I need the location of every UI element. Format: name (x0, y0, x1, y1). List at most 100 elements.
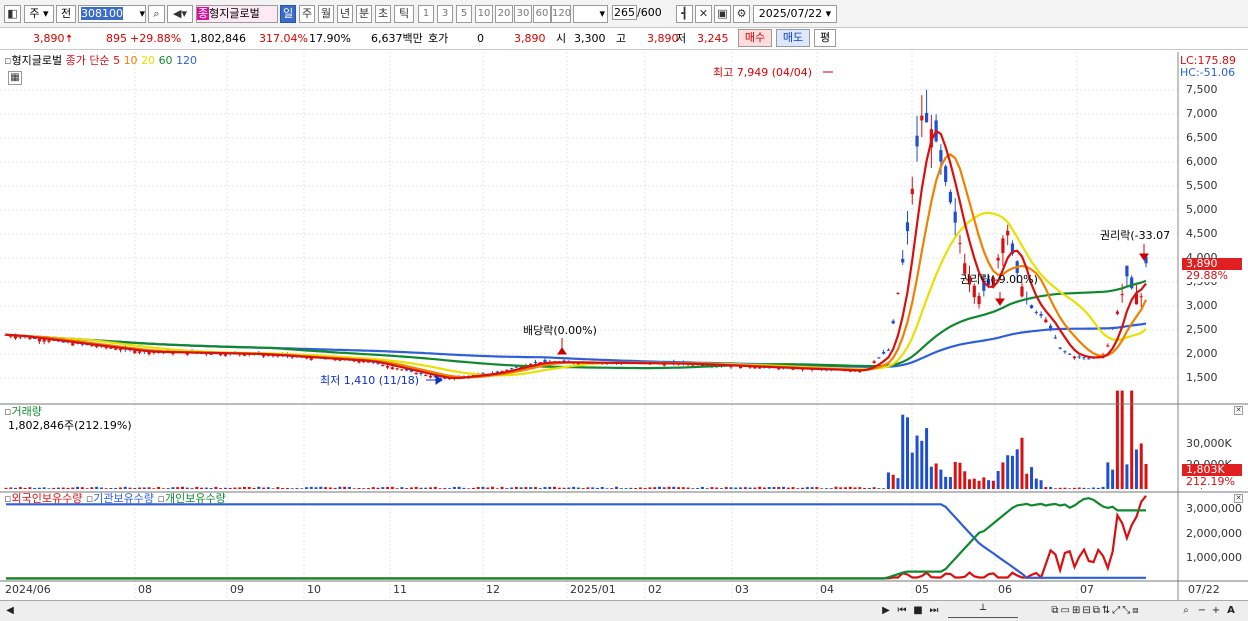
volume-bar (753, 487, 757, 489)
volume-bar (576, 487, 580, 489)
candle-body (37, 338, 41, 342)
holdings-axis-label: 3,000,000 (1186, 502, 1242, 515)
x-axis-label: 2025/01 (570, 583, 616, 596)
candle-body (872, 361, 876, 364)
volume-bar (328, 487, 332, 489)
volume-bar (1020, 437, 1024, 489)
volume-bar (47, 488, 51, 489)
volume-bar (9, 487, 13, 489)
volume-bar (180, 486, 184, 489)
stop-icon[interactable]: ■ (912, 604, 924, 618)
volume-bar (715, 487, 719, 489)
candle-body (1125, 265, 1129, 277)
volume-bar (719, 488, 723, 489)
rewind-icon[interactable]: ⏮ (896, 604, 908, 618)
candle-body (114, 348, 118, 350)
drawing-tools-icon[interactable]: ⧉▭⊞⊟⧉⇅⤢⤡⧈ (1026, 604, 1166, 618)
volume-bar (138, 487, 142, 489)
volume-bar (219, 488, 223, 489)
x-axis-label: 2024/06 (5, 583, 51, 596)
volume-bar (1125, 464, 1129, 489)
scroll-left-icon[interactable]: ◀ (4, 604, 16, 618)
close-volume-icon[interactable]: ✕ (1234, 406, 1243, 415)
volume-bar (281, 488, 285, 489)
volume-bar (409, 487, 413, 489)
volume-bar (152, 488, 156, 489)
volume-bar (257, 486, 261, 489)
price-axis-label: 5,500 (1186, 179, 1218, 192)
last-pct-tag: 29.88% (1182, 270, 1242, 282)
volume-bar (538, 488, 542, 489)
volume-bar (1120, 390, 1124, 489)
candle-body (90, 345, 94, 347)
volume-bar (405, 488, 409, 489)
text-size-icon[interactable]: A (1224, 604, 1238, 618)
ma-legend-20: 20 (141, 54, 159, 67)
volume-bar (910, 452, 914, 489)
x-axis-label: 08 (138, 583, 152, 596)
candle-body (47, 340, 51, 342)
candle-body (920, 115, 924, 121)
volume-bar (987, 480, 991, 489)
volume-bar (953, 461, 957, 489)
volume-bar (758, 486, 762, 489)
volume-bar (314, 487, 318, 489)
volume-bar (982, 477, 986, 489)
close-holdings-icon[interactable]: ✕ (1234, 494, 1243, 503)
volume-bar (815, 487, 819, 489)
candle-body (381, 364, 385, 367)
candle-body (1006, 230, 1010, 236)
scroll-right-icon[interactable]: ▶ (880, 604, 892, 618)
candle-body (1087, 358, 1091, 360)
chart-area[interactable] (0, 0, 1248, 600)
volume-bar (448, 488, 452, 489)
candle-body (104, 347, 108, 349)
volume-bar (786, 487, 790, 489)
price-axis-label: 4,500 (1186, 227, 1218, 240)
volume-bar (23, 487, 27, 489)
table-icon[interactable]: ▦ (8, 71, 22, 85)
candle-body (1034, 311, 1038, 313)
volume-bar (1006, 455, 1010, 489)
candle-body (910, 188, 914, 195)
volume-bar (548, 486, 552, 489)
zoom-in-icon[interactable]: + (1210, 604, 1222, 618)
volume-bar (600, 486, 604, 489)
candle-body (419, 372, 423, 374)
volume-bar (76, 486, 80, 489)
candle-body (1049, 325, 1053, 329)
candle-body (948, 191, 953, 203)
ma-legend-5: 5 (113, 54, 124, 67)
candle-body (1077, 356, 1081, 358)
volume-bar (443, 488, 447, 489)
volume-bar (772, 487, 776, 489)
volume-bar (595, 487, 599, 489)
volume-bar (901, 414, 905, 489)
candle-body (1063, 351, 1067, 353)
x-axis-label: 03 (735, 583, 749, 596)
volume-bar (95, 486, 99, 489)
holdings-lines (6, 495, 1147, 580)
legend-institution: 기관보유수량 (93, 492, 155, 505)
volume-bar (400, 487, 404, 489)
forward-icon[interactable]: ⏭ (928, 604, 940, 618)
volume-bar (867, 487, 871, 489)
volume-bar (863, 488, 867, 489)
volume-bar (848, 486, 852, 489)
magnifier-icon[interactable]: ⌕ (1178, 604, 1194, 618)
volume-bar (677, 487, 681, 489)
candle-body (385, 366, 390, 368)
zoom-out-icon[interactable]: − (1196, 604, 1208, 618)
volume-bar (1044, 487, 1048, 489)
volume-bar (357, 487, 361, 489)
holdings-legend: ▫외국인보유수량 ▫기관보유수량 ▫개인보유수량 (4, 492, 226, 505)
volume-bar (486, 487, 490, 489)
candle-body (1120, 294, 1124, 296)
volume-bar (1130, 390, 1134, 489)
zoom-slider[interactable]: ┴ (948, 604, 1018, 618)
candle-body (1001, 238, 1005, 254)
volume-bar (80, 487, 84, 489)
volume-bar (977, 480, 981, 489)
volume-bar (262, 487, 266, 489)
volume-bar (381, 487, 385, 489)
